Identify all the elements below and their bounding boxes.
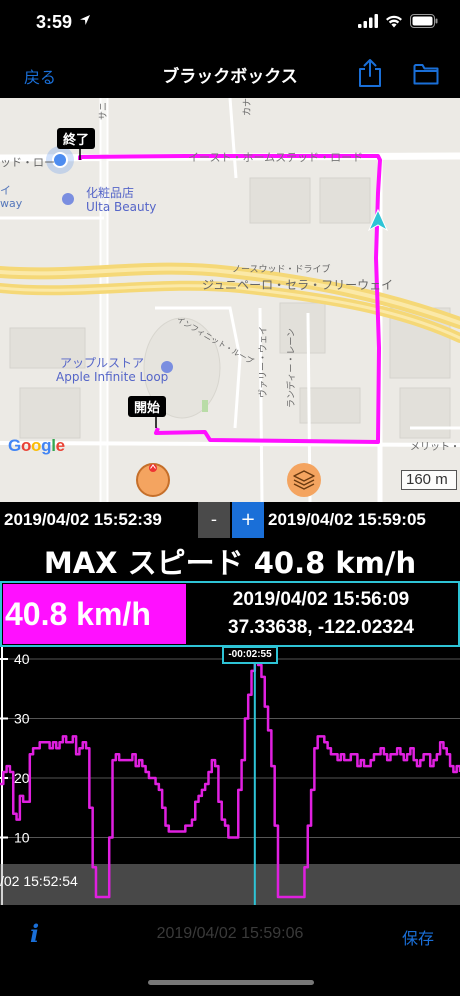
map-label-store-jp: 化粧品店 xyxy=(86,186,135,200)
status-time: 3:59 xyxy=(36,12,73,32)
map-label-freeway: ジュニペーロ・セラ・フリーウェイ xyxy=(202,278,394,292)
map-label-apple-en: Apple Infinite Loop xyxy=(56,370,169,384)
toolbar-time: 2019/04/02 15:59:06 xyxy=(156,925,304,942)
y-tick-label: 20 xyxy=(14,770,30,786)
share-icon[interactable] xyxy=(357,58,383,88)
navigation-bar: 戻る ブラックボックス xyxy=(0,50,460,98)
layers-icon xyxy=(293,470,315,490)
selected-coordinates: 37.33638, -122.02324 xyxy=(228,617,414,638)
battery-icon xyxy=(410,14,438,28)
cellular-signal-icon xyxy=(358,14,378,28)
status-indicators xyxy=(358,14,438,28)
page-title: ブラックボックス xyxy=(162,67,298,87)
save-button[interactable]: 保存 xyxy=(402,925,434,949)
map-label-kana: カナ xyxy=(243,98,253,116)
map-label-valley: ヴァリー・ウェイ xyxy=(259,325,269,398)
map-label-road-left-b: way xyxy=(0,197,23,210)
x-start-label: /02 15:52:54 xyxy=(0,873,78,889)
y-tick-label: 30 xyxy=(14,711,30,727)
map-label-randy: ランディー・レーン xyxy=(287,328,297,408)
end-pin-label[interactable]: 終了 xyxy=(57,128,96,149)
map-label-northwood: ノースウッド・ドライブ xyxy=(232,265,331,275)
status-bar: 3:59 xyxy=(0,0,460,50)
map-view[interactable]: ッド・ロー イ way 化粧品店 Ulta Beauty イースト・ホームステッ… xyxy=(0,98,460,502)
map-label-road: ッド・ロー xyxy=(0,156,55,169)
range-start-time: 2019/04/02 15:52:39 xyxy=(4,510,162,529)
zoom-out-button[interactable]: - xyxy=(198,502,230,538)
speed-chart-svg[interactable]: 40 30 20 10/02 15:52:54 xyxy=(0,647,460,905)
start-pin-label[interactable]: 開始 xyxy=(128,396,167,417)
map-scale: 160 m xyxy=(401,470,457,490)
store-pin-icon[interactable] xyxy=(62,193,74,205)
google-logo: Google xyxy=(8,436,65,455)
map-label-store-en: Ulta Beauty xyxy=(86,200,157,214)
current-location-dot xyxy=(52,152,68,168)
location-arrow-icon xyxy=(80,15,90,25)
map-label-meritt: メリット・ xyxy=(410,442,460,453)
y-tick-label: 10 xyxy=(14,830,30,846)
folder-icon[interactable] xyxy=(413,63,439,85)
map-layers-button[interactable] xyxy=(287,463,321,497)
time-range-bar: 2019/04/02 15:52:39 2019/04/02 15:59:05 xyxy=(0,502,460,540)
current-speed-value: 40.8 km/h xyxy=(3,584,186,644)
selected-time: 2019/04/02 15:56:09 xyxy=(232,589,410,610)
wifi-icon xyxy=(386,15,402,28)
y-tick-label: 40 xyxy=(14,651,30,667)
map-label-road-left-a: イ xyxy=(0,184,11,197)
speed-chart[interactable]: 40 30 20 10/02 15:52:54 xyxy=(0,647,460,905)
max-speed-label: MAX スピード 40.8 km/h xyxy=(43,546,417,580)
compass-icon xyxy=(149,464,157,472)
map-label-apple-jp: アップルストア xyxy=(60,356,145,370)
range-end-time: 2019/04/02 15:59:05 xyxy=(268,510,426,529)
home-indicator xyxy=(148,980,314,985)
compass-button[interactable] xyxy=(136,463,170,497)
map-label-homestead: イースト・ホームステッド・ロード xyxy=(188,151,364,164)
cursor-time-offset: -00:02:55 xyxy=(222,646,278,664)
map-label-sani: サニ xyxy=(99,101,109,120)
zoom-in-button[interactable]: + xyxy=(232,502,264,538)
